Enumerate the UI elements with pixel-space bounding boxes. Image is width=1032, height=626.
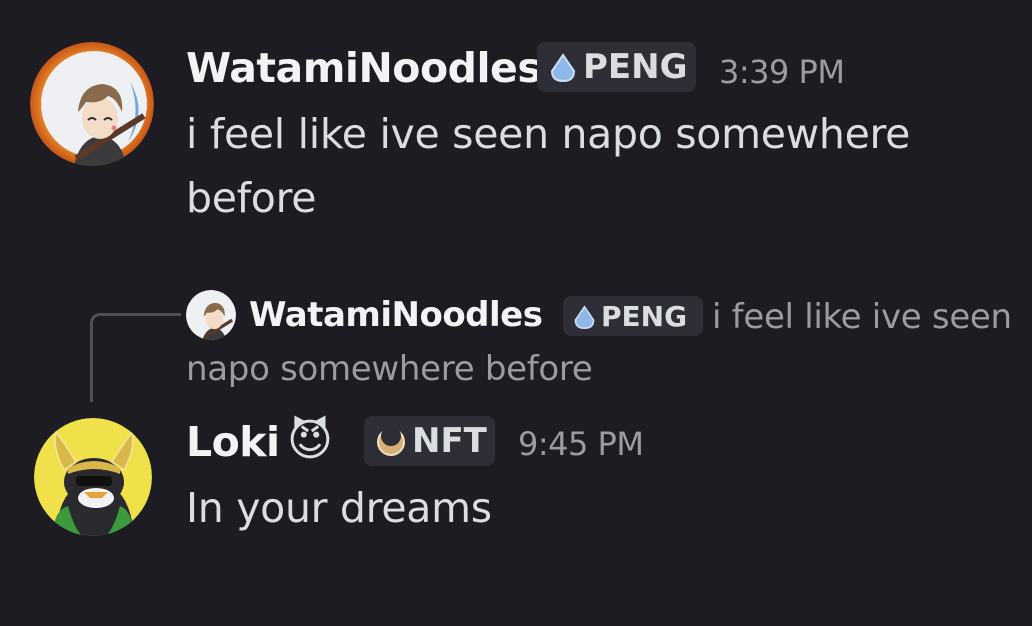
role-tag-label: PENG bbox=[583, 47, 688, 87]
reply-preview-text-line-2[interactable]: napo somewhere before bbox=[186, 348, 593, 390]
reply-preview-text-line-1[interactable]: i feel like ive seen bbox=[712, 296, 1012, 338]
droplet-icon bbox=[549, 52, 577, 83]
anime-boy-avatar-image-small bbox=[186, 290, 236, 340]
devil-face-emoji: 😈 bbox=[287, 415, 333, 466]
chat-log: WatamiNoodles PENG 3:39 PM i feel like i… bbox=[0, 0, 1032, 626]
avatar-watami[interactable] bbox=[30, 42, 154, 166]
avatar-loki[interactable] bbox=[34, 418, 152, 536]
penguin-avatar-image bbox=[34, 418, 152, 536]
message-text-line-2: before bbox=[186, 174, 317, 222]
reply-role-tag-label: PENG bbox=[601, 299, 688, 333]
crescent-icon bbox=[376, 426, 406, 456]
anime-boy-avatar-image bbox=[30, 42, 154, 166]
role-tag-label: NFT bbox=[412, 421, 487, 461]
droplet-icon bbox=[573, 304, 596, 329]
role-tag-peng[interactable]: PENG bbox=[537, 42, 696, 92]
message-timestamp: 3:39 PM bbox=[719, 53, 845, 91]
role-tag-nft[interactable]: NFT bbox=[364, 416, 495, 466]
reply-author-name[interactable]: WatamiNoodles bbox=[249, 294, 543, 336]
message-timestamp: 9:45 PM bbox=[518, 425, 644, 463]
reply-role-tag-peng[interactable]: PENG bbox=[563, 296, 703, 336]
message-author-name[interactable]: Loki bbox=[186, 418, 280, 466]
reply-connector bbox=[90, 313, 181, 402]
message-text-line-1: i feel like ive seen napo somewhere bbox=[186, 110, 911, 158]
message-author-name[interactable]: WatamiNoodles bbox=[186, 44, 542, 92]
reply-avatar-watami[interactable] bbox=[186, 290, 236, 340]
message-text: In your dreams bbox=[186, 484, 492, 532]
